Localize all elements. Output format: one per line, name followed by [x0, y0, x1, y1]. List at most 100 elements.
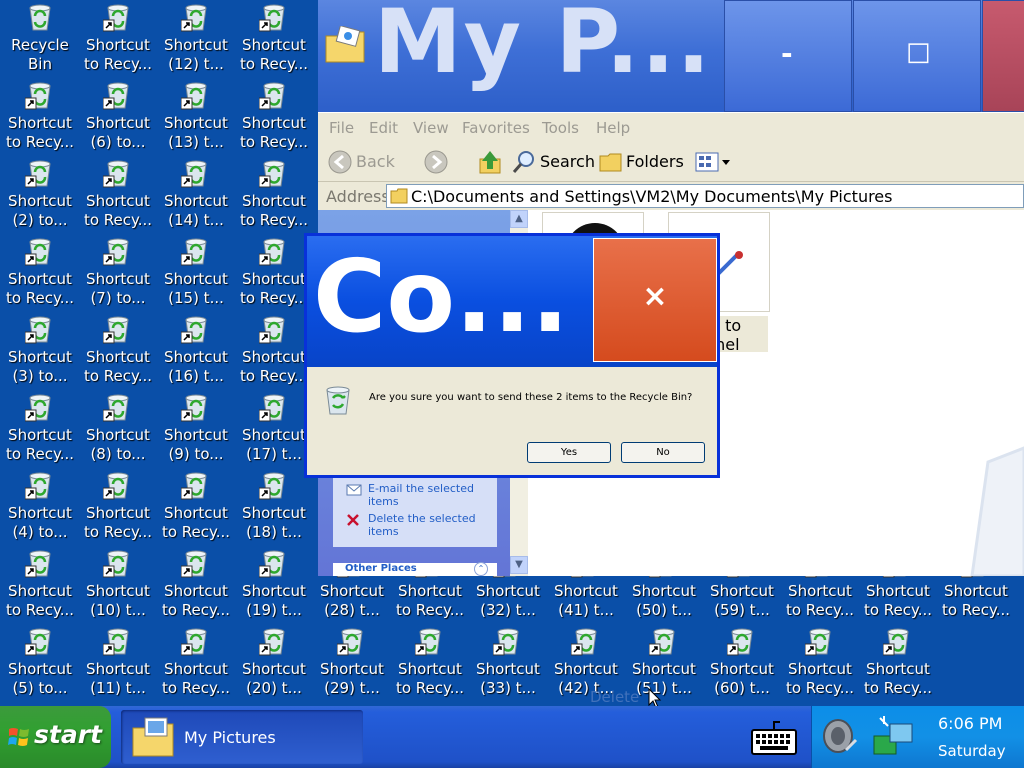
start-button[interactable]: start — [0, 706, 111, 768]
shortcut-desktop-icon[interactable]: Shortcut to Recy... — [79, 468, 157, 546]
menu-view[interactable]: View — [413, 119, 449, 137]
shortcut-desktop-icon[interactable]: Shortcut to Recy... — [859, 624, 937, 702]
close-window-button[interactable] — [982, 0, 1024, 112]
desktop-icon-label: Shortcut to Recy... — [781, 660, 859, 698]
desktop-icon-label: Shortcut to Recy... — [859, 660, 937, 698]
shortcut-desktop-icon[interactable]: Shortcut (16) t... — [157, 312, 235, 390]
views-icon[interactable] — [695, 152, 733, 172]
clock-day: Saturday — [938, 742, 1006, 760]
shortcut-desktop-icon[interactable]: Shortcut to Recy... — [391, 624, 469, 702]
shortcut-desktop-icon[interactable]: Shortcut to Recy... — [235, 234, 313, 312]
menu-favorites[interactable]: Favorites — [462, 119, 530, 137]
other-places-header[interactable]: Other Places ⌃ — [333, 562, 497, 576]
shortcut-desktop-icon[interactable]: Shortcut to Recy... — [1, 390, 79, 468]
menu-tools[interactable]: Tools — [542, 119, 579, 137]
keyboard-icon[interactable] — [750, 720, 798, 756]
shortcut-desktop-icon[interactable]: Shortcut (11) t... — [79, 624, 157, 702]
shortcut-desktop-icon[interactable]: Shortcut to Recy... — [157, 546, 235, 624]
scroll-up-icon[interactable]: ▲ — [510, 210, 528, 228]
shortcut-desktop-icon[interactable]: Shortcut (6) to... — [79, 78, 157, 156]
recycle-bin-shortcut-icon — [258, 314, 289, 344]
folders-button[interactable]: Folders — [599, 148, 684, 176]
delete-selected-link[interactable]: Delete the selected items — [368, 512, 493, 538]
desktop-icon-label: Shortcut (59) t... — [703, 582, 781, 620]
shortcut-desktop-icon[interactable]: Shortcut to Recy... — [157, 468, 235, 546]
recycle-bin-shortcut-icon — [258, 80, 289, 110]
dialog-close-button[interactable]: × — [593, 238, 717, 362]
shortcut-desktop-icon[interactable]: Shortcut (7) to... — [79, 234, 157, 312]
shortcut-desktop-icon[interactable]: Shortcut (12) t... — [157, 0, 235, 78]
shortcut-desktop-icon[interactable]: Shortcut (2) to... — [1, 156, 79, 234]
desktop-icon-label-line1: Shortcut — [86, 426, 150, 444]
shortcut-desktop-icon[interactable]: Shortcut (13) t... — [157, 78, 235, 156]
taskbar-my-pictures[interactable]: My Pictures — [121, 710, 363, 764]
menu-bar: File Edit View Favorites Tools Help — [318, 113, 1024, 143]
recycle-bin-shortcut-icon — [102, 470, 133, 500]
maximize-button[interactable]: □ — [853, 0, 981, 112]
shortcut-desktop-icon[interactable]: Shortcut (33) t... — [469, 624, 547, 702]
shortcut-desktop-icon[interactable]: Shortcut (19) t... — [235, 546, 313, 624]
shortcut-desktop-icon[interactable]: Shortcut (3) to... — [1, 312, 79, 390]
recycle-bin-shortcut-icon — [180, 314, 211, 344]
desktop-icon-label-line2: to Recy... — [785, 679, 855, 697]
forward-arrow-icon[interactable] — [424, 150, 448, 174]
shortcut-desktop-icon[interactable]: Shortcut (14) t... — [157, 156, 235, 234]
shortcut-desktop-icon[interactable]: Shortcut to Recy... — [79, 312, 157, 390]
shortcut-desktop-icon[interactable]: Shortcut (17) t... — [235, 390, 313, 468]
shortcut-desktop-icon[interactable]: Shortcut (4) to... — [1, 468, 79, 546]
desktop-icon-label-line1: Shortcut — [86, 270, 150, 288]
back-button[interactable]: Back — [328, 148, 408, 176]
explorer-title-bar[interactable]: My P... - □ — [318, 0, 1024, 112]
shortcut-desktop-icon[interactable]: Shortcut to Recy... — [235, 78, 313, 156]
shortcut-desktop-icon[interactable]: Shortcut (60) t... — [703, 624, 781, 702]
email-selected-link[interactable]: E-mail the selected items — [368, 482, 493, 508]
shortcut-desktop-icon[interactable]: Shortcut to Recy... — [1, 234, 79, 312]
shortcut-desktop-icon[interactable]: Shortcut (10) t... — [79, 546, 157, 624]
shortcut-desktop-icon[interactable]: Shortcut to Recy... — [235, 156, 313, 234]
network-icon[interactable] — [872, 714, 916, 760]
shortcut-desktop-icon[interactable]: Shortcut (5) to... — [1, 624, 79, 702]
no-button[interactable]: No — [621, 442, 705, 463]
shortcut-desktop-icon[interactable]: Shortcut to Recy... — [235, 0, 313, 78]
dialog-title-bar[interactable]: Co... × — [307, 236, 717, 367]
shortcut-desktop-icon[interactable]: Shortcut to Recy... — [157, 624, 235, 702]
shortcut-desktop-icon[interactable]: Shortcut (18) t... — [235, 468, 313, 546]
recycle-bin-shortcut-icon — [102, 2, 133, 32]
recycle-bin-shortcut-icon — [258, 236, 289, 266]
shortcut-desktop-icon[interactable]: Shortcut (20) t... — [235, 624, 313, 702]
shortcut-desktop-icon[interactable]: Shortcut (9) to... — [157, 390, 235, 468]
menu-file[interactable]: File — [329, 119, 354, 137]
shortcut-desktop-icon[interactable]: Shortcut to Recy... — [781, 624, 859, 702]
shortcut-desktop-icon[interactable]: Shortcut to Recy... — [235, 312, 313, 390]
shortcut-desktop-icon[interactable]: Shortcut to Recy... — [79, 0, 157, 78]
scroll-down-icon[interactable]: ▼ — [510, 556, 528, 574]
shortcut-desktop-icon[interactable]: Shortcut (8) to... — [79, 390, 157, 468]
desktop-icon-label: Shortcut to Recy... — [391, 660, 469, 698]
desktop-icon-label-line2: to Recy... — [83, 211, 153, 229]
minimize-button[interactable]: - — [724, 0, 852, 112]
dialog-message: Are you sure you want to send these 2 it… — [369, 392, 693, 403]
shortcut-desktop-icon[interactable]: Shortcut (29) t... — [313, 624, 391, 702]
address-label: Address — [326, 187, 390, 206]
menu-edit[interactable]: Edit — [369, 119, 398, 137]
up-folder-icon[interactable] — [478, 149, 502, 175]
menu-help[interactable]: Help — [596, 119, 630, 137]
recycle-bin-desktop-icon[interactable]: Recycle Bin — [1, 0, 79, 78]
recycle-bin-shortcut-icon — [102, 314, 133, 344]
shortcut-desktop-icon[interactable]: Shortcut to Recy... — [1, 546, 79, 624]
search-button[interactable]: Search — [512, 148, 595, 176]
desktop-icon-label-line2: to Recy... — [239, 367, 309, 385]
desktop-icon-label-line2: to Recy... — [161, 679, 231, 697]
recycle-bin-shortcut-icon — [24, 314, 55, 344]
desktop-icon-label-line1: Shortcut — [242, 114, 306, 132]
desktop-icon-label: Shortcut to Recy... — [1, 270, 79, 308]
shortcut-desktop-icon[interactable]: Shortcut (15) t... — [157, 234, 235, 312]
shortcut-desktop-icon[interactable]: Shortcut to Recy... — [1, 78, 79, 156]
desktop-icon-label-line2: (2) to... — [12, 211, 68, 229]
folder-icon — [390, 188, 408, 204]
volume-icon[interactable] — [820, 716, 860, 758]
recycle-bin-shortcut-icon — [180, 392, 211, 422]
yes-button[interactable]: Yes — [527, 442, 611, 463]
shortcut-desktop-icon[interactable]: Shortcut to Recy... — [79, 156, 157, 234]
address-field[interactable]: C:\Documents and Settings\VM2\My Documen… — [386, 184, 1024, 208]
